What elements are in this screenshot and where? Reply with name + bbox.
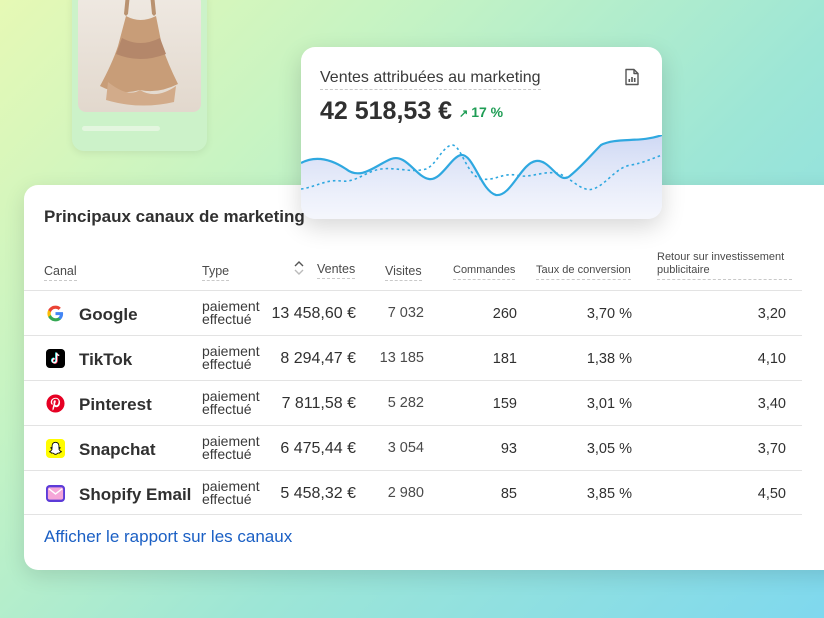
marketing-sales-value: 42 518,53 € <box>320 97 453 125</box>
table-row[interactable]: Google paiement effectué 13 458,60 € 7 03… <box>24 290 802 335</box>
trend-up-arrow-icon: ↗ <box>459 108 469 120</box>
table-row[interactable]: Shopify Email paiement effectué 5 458,32 … <box>24 470 802 515</box>
product-preview-card <box>72 0 207 151</box>
sparkline-area <box>301 135 662 219</box>
table-row[interactable]: TikTok paiement effectué 8 294,47 € 13 18… <box>24 335 802 380</box>
channel-visits: 7 032 <box>387 305 424 321</box>
type-line2: effectué <box>202 401 252 417</box>
marketing-sales-change: ↗ 17 % <box>459 104 503 120</box>
channel-visits: 2 980 <box>387 485 424 501</box>
report-icon[interactable] <box>624 68 640 86</box>
table-row[interactable]: Pinterest paiement effectué 7 811,58 € 5 … <box>24 380 802 425</box>
marketing-sales-card: Ventes attribuées au marketing 42 518,53… <box>301 47 662 219</box>
channel-roas: 4,50 <box>757 486 786 502</box>
shopify-email-icon <box>46 484 65 503</box>
product-image <box>78 0 201 112</box>
header-conversion-rate[interactable]: Taux de conversion <box>536 264 631 280</box>
channel-visits: 5 282 <box>387 395 424 411</box>
table-row[interactable]: Snapchat paiement effectué 6 475,44 € 3 0… <box>24 425 802 470</box>
sparkline-chart <box>301 135 662 219</box>
channel-sales: 7 811,58 € <box>281 395 356 412</box>
type-line2: effectué <box>202 311 252 327</box>
channel-roas: 4,10 <box>757 351 786 367</box>
channels-title: Principaux canaux de marketing <box>44 207 305 226</box>
channel-type: paiement effectué <box>202 344 272 372</box>
channel-conversion-rate: 3,70 % <box>586 306 632 322</box>
channel-conversion-rate: 3,01 % <box>586 396 632 412</box>
type-line2: effectué <box>202 446 252 462</box>
channel-sales: 13 458,60 € <box>271 305 356 322</box>
channel-orders: 260 <box>492 306 517 322</box>
channel-roas: 3,20 <box>757 306 786 322</box>
channel-orders: 93 <box>500 441 517 457</box>
header-visits[interactable]: Visites <box>385 265 422 281</box>
type-line2: effectué <box>202 356 252 372</box>
channel-conversion-rate: 3,85 % <box>586 486 632 502</box>
channel-roas: 3,40 <box>757 396 786 412</box>
channel-type: paiement effectué <box>202 479 272 507</box>
channel-name: TikTok <box>79 350 133 369</box>
marketing-sales-title: Ventes attribuées au marketing <box>320 69 541 90</box>
table-header: Canal Type Ventes Visites Commandes Taux… <box>24 249 824 291</box>
header-orders[interactable]: Commandes <box>453 264 516 280</box>
channel-sales: 5 458,32 € <box>280 485 356 502</box>
header-roas-line2: publicitaire <box>657 264 710 276</box>
channel-orders: 159 <box>492 396 517 412</box>
channel-sales: 6 475,44 € <box>280 440 356 457</box>
header-sales[interactable]: Ventes <box>317 263 356 279</box>
pinterest-icon <box>46 394 65 413</box>
channel-conversion-rate: 1,38 % <box>586 351 632 367</box>
channel-orders: 181 <box>492 351 517 367</box>
channel-visits: 13 185 <box>379 350 424 366</box>
tiktok-icon <box>46 349 65 368</box>
sort-icon[interactable] <box>294 260 304 276</box>
channel-visits: 3 054 <box>387 440 424 456</box>
channel-sales: 8 294,47 € <box>280 350 356 367</box>
type-line2: effectué <box>202 491 252 507</box>
channel-orders: 85 <box>500 486 517 502</box>
channel-roas: 3,70 <box>757 441 786 457</box>
header-roas-line1: Retour sur investissement <box>657 251 785 263</box>
header-channel[interactable]: Canal <box>44 265 77 281</box>
view-channels-report-link[interactable]: Afficher le rapport sur les canaux <box>44 527 292 547</box>
channel-type: paiement effectué <box>202 389 272 417</box>
snapchat-icon <box>46 439 65 458</box>
channels-table-body: Google paiement effectué 13 458,60 € 7 03… <box>24 290 802 515</box>
channel-type: paiement effectué <box>202 434 272 462</box>
header-type[interactable]: Type <box>202 265 230 281</box>
google-icon <box>47 305 64 322</box>
channel-name: Shopify Email <box>79 485 192 504</box>
product-caption-placeholder <box>82 126 160 131</box>
channel-name: Google <box>79 305 138 324</box>
channel-type: paiement effectué <box>202 299 272 327</box>
header-roas[interactable]: Retour sur investissement publicitaire <box>657 251 792 280</box>
top-marketing-channels-card: Principaux canaux de marketing Canal Typ… <box>24 185 824 570</box>
change-percent: 17 % <box>471 104 504 120</box>
channel-name: Pinterest <box>79 395 152 414</box>
channel-conversion-rate: 3,05 % <box>586 441 632 457</box>
channel-name: Snapchat <box>79 440 156 459</box>
